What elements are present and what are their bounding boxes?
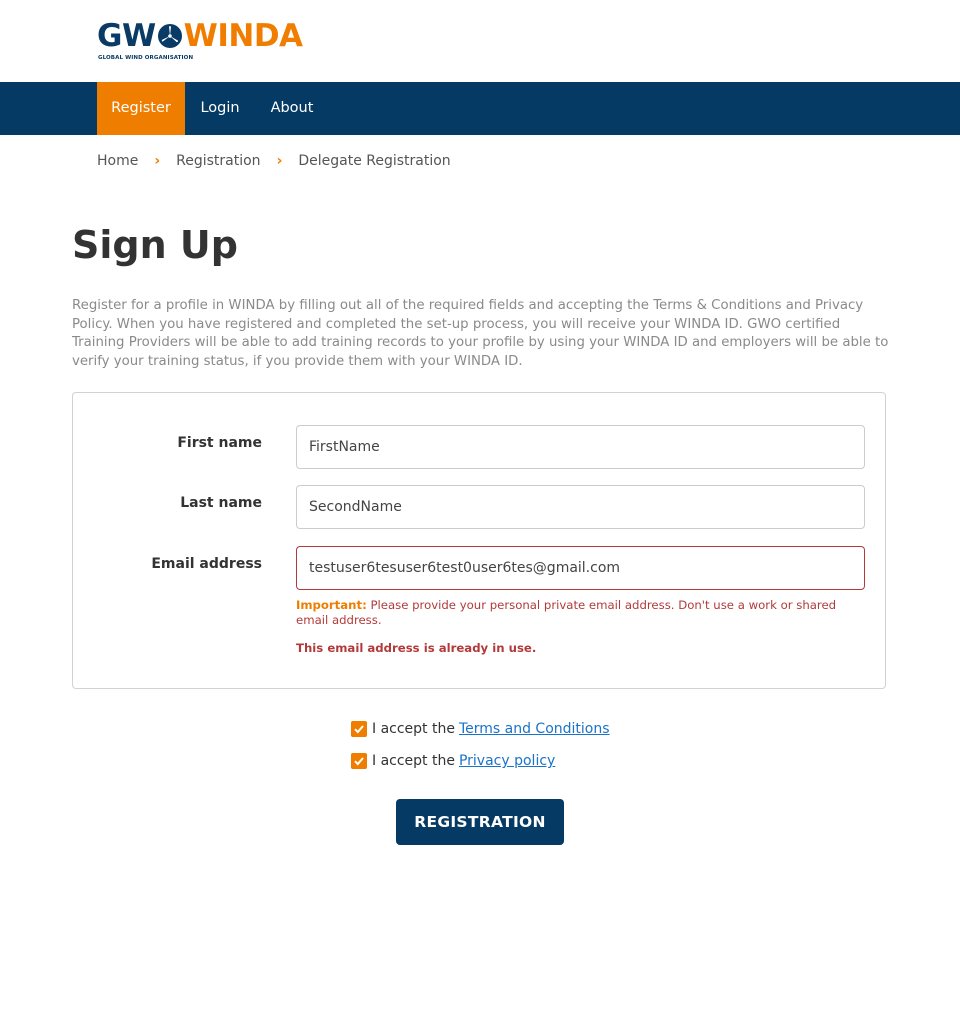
last-name-label: Last name bbox=[180, 495, 262, 511]
nav-about[interactable]: About bbox=[256, 82, 328, 135]
privacy-link[interactable]: Privacy policy bbox=[459, 753, 555, 769]
email-label: Email address bbox=[151, 556, 262, 572]
breadcrumb-registration[interactable]: Registration bbox=[176, 153, 260, 169]
checkmark-icon bbox=[354, 757, 364, 766]
chevron-right-icon: › bbox=[154, 153, 161, 169]
first-name-input[interactable] bbox=[296, 425, 865, 469]
nav-register[interactable]: Register bbox=[97, 82, 185, 135]
logo-subtitle: GLOBAL WIND ORGANISATION bbox=[98, 55, 194, 61]
signup-form-panel: First name Last name Email address Impor… bbox=[72, 392, 886, 689]
privacy-checkbox[interactable] bbox=[351, 753, 367, 769]
breadcrumb: Home › Registration › Delegate Registrat… bbox=[97, 152, 451, 170]
breadcrumb-home[interactable]: Home bbox=[97, 153, 138, 169]
page-title: Sign Up bbox=[72, 223, 238, 267]
chevron-right-icon: › bbox=[276, 153, 283, 169]
terms-checkbox[interactable] bbox=[351, 721, 367, 737]
terms-link[interactable]: Terms and Conditions bbox=[459, 721, 610, 737]
email-help-body: Please provide your personal private ema… bbox=[296, 598, 837, 627]
main-nav: Register Login About bbox=[0, 82, 960, 135]
email-input[interactable] bbox=[296, 546, 865, 590]
email-error-message: This email address is already in use. bbox=[296, 641, 537, 655]
intro-text: Register for a profile in WINDA by filli… bbox=[72, 298, 889, 369]
terms-consent-row: I accept the Terms and Conditions bbox=[351, 721, 610, 737]
gwo-winda-logo[interactable]: GW WINDA GLOBAL WIND ORGANISATION bbox=[97, 17, 303, 61]
site-header: GW WINDA GLOBAL WIND ORGANISATION bbox=[0, 0, 960, 82]
email-help-important: Important: bbox=[296, 598, 367, 612]
checkmark-icon bbox=[354, 725, 364, 734]
privacy-prefix: I accept the bbox=[372, 753, 455, 769]
logo-winda-text: WINDA bbox=[183, 18, 303, 54]
nav-login[interactable]: Login bbox=[186, 82, 254, 135]
registration-button[interactable]: REGISTRATION bbox=[396, 799, 564, 845]
last-name-input[interactable] bbox=[296, 485, 865, 529]
privacy-consent-row: I accept the Privacy policy bbox=[351, 753, 555, 769]
email-help-text: Important: Please provide your personal … bbox=[296, 598, 856, 628]
logo-gwo-text: GW bbox=[97, 18, 156, 54]
wind-turbine-icon bbox=[157, 23, 183, 49]
first-name-label: First name bbox=[177, 435, 262, 451]
terms-prefix: I accept the bbox=[372, 721, 455, 737]
breadcrumb-delegate-registration: Delegate Registration bbox=[298, 153, 451, 169]
